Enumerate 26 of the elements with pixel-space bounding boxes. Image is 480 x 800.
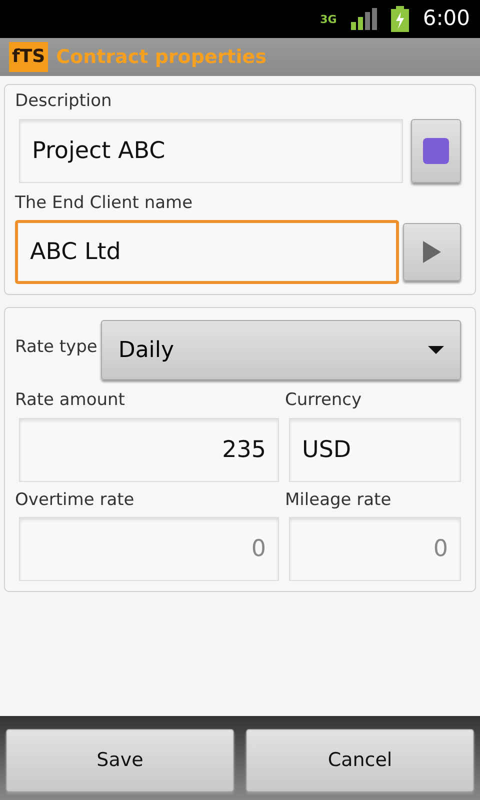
field-label: Currency <box>285 389 363 412</box>
number-field[interactable]: 235 <box>19 418 279 482</box>
app-logo: fTS <box>9 42 48 72</box>
screen-title: Contract properties <box>56 44 267 70</box>
rate-type-dropdown[interactable]: Daily <box>101 320 461 380</box>
field-label: Overtime rate <box>15 488 136 512</box>
color-picker-button[interactable] <box>411 118 461 182</box>
clock-time: 6:00 <box>422 5 470 32</box>
signal-icon <box>350 8 377 30</box>
battery-charging-icon <box>390 6 409 32</box>
network-type-label: 3G <box>320 14 337 24</box>
number-field[interactable]: 0 <box>19 517 279 581</box>
description-field[interactable]: Project ABC <box>19 118 403 182</box>
field-label: The End Client name <box>15 192 194 214</box>
caret-icon <box>428 346 444 354</box>
client-name-field[interactable]: ABC Ltd <box>15 220 399 284</box>
cancel-button[interactable]: Cancel <box>246 729 474 792</box>
next-button[interactable] <box>403 223 461 281</box>
field-label: Rate type <box>15 336 98 360</box>
field-label: Description <box>15 90 113 113</box>
field-label: Rate amount <box>15 389 126 412</box>
number-field[interactable]: 0 <box>289 517 461 581</box>
play-arrow-icon <box>423 241 441 263</box>
text-field[interactable]: USD <box>289 418 461 482</box>
field-label: Mileage rate <box>285 488 392 512</box>
save-button[interactable]: Save <box>6 729 234 792</box>
